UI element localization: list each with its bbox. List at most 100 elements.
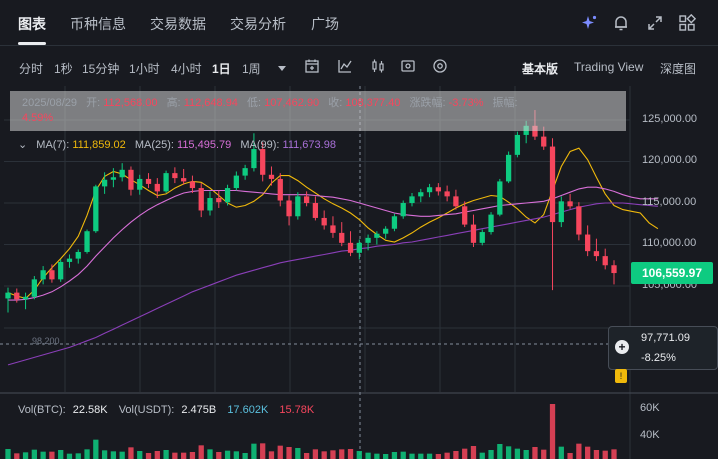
- candle-body: [585, 234, 591, 252]
- candle-body: [49, 270, 55, 280]
- volume-bar: [383, 454, 389, 459]
- candle-body: [312, 203, 319, 218]
- candle-body: [321, 217, 327, 226]
- candle-body: [383, 228, 389, 234]
- timeframe-1w[interactable]: 1周: [242, 60, 261, 77]
- view-basic[interactable]: 基本版: [522, 60, 558, 77]
- amplitude-label: 振幅:: [492, 97, 518, 109]
- volume-bar: [567, 453, 573, 459]
- volume-bar: [268, 451, 275, 459]
- view-tradingview[interactable]: Trading View: [574, 60, 643, 74]
- candle-body: [22, 296, 29, 300]
- candle-body: [110, 177, 117, 180]
- volume-bar: [391, 452, 398, 459]
- volume-bar: [330, 450, 336, 459]
- change-value: -3.73%: [448, 97, 484, 109]
- candle-body: [198, 188, 204, 211]
- tab-trading-analysis[interactable]: 交易分析: [230, 14, 286, 34]
- candle-body: [84, 231, 90, 252]
- candle-body: [189, 181, 196, 189]
- candle-body: [119, 169, 125, 178]
- volume-bar: [119, 451, 125, 459]
- candle-body: [181, 178, 187, 182]
- candle-body: [260, 149, 266, 175]
- candle-body: [128, 169, 134, 190]
- candle-body: [444, 191, 450, 197]
- candle-body: [347, 242, 354, 253]
- y-tick-label: 125,000.00: [642, 113, 698, 125]
- volume-bar: [251, 443, 257, 459]
- bell-icon[interactable]: [612, 14, 630, 32]
- expand-icon[interactable]: [646, 14, 664, 32]
- candle-body: [497, 181, 503, 215]
- display-icon[interactable]: [432, 58, 448, 74]
- volume-legend: Vol(BTC): 22.58K Vol(USDT): 2.475B 17.60…: [18, 404, 314, 416]
- candlestick-type-icon[interactable]: [370, 58, 386, 74]
- settings-icon[interactable]: [400, 58, 416, 74]
- volume-bar: [207, 449, 213, 459]
- candle-body: [137, 178, 143, 190]
- top-tab-bar: 图表 币种信息 交易数据 交易分析 广场: [0, 0, 718, 46]
- candle-body: [593, 251, 600, 257]
- volume-bar: [145, 453, 152, 459]
- volume-bar: [40, 451, 46, 459]
- candle-body: [154, 183, 160, 192]
- timeframe-4h[interactable]: 4小时: [171, 60, 202, 77]
- calendar-add-icon[interactable]: [304, 58, 320, 74]
- timeframe-15m[interactable]: 15分钟: [82, 60, 119, 77]
- tab-square[interactable]: 广场: [311, 14, 339, 34]
- volume-bar: [374, 453, 380, 459]
- view-depth[interactable]: 深度图: [660, 60, 696, 77]
- timeframe-1h[interactable]: 1小时: [129, 60, 160, 77]
- volume-bar: [163, 450, 169, 459]
- ma25-label: MA(25):: [134, 139, 174, 151]
- indicator-icon[interactable]: [337, 58, 353, 74]
- volume-bar: [277, 445, 283, 459]
- event-marker-icon[interactable]: !: [615, 369, 627, 383]
- candle-body: [66, 258, 73, 262]
- vol-btc-value: 22.58K: [72, 404, 108, 416]
- crosshair-price-popup[interactable]: + 97,771.09 -8.25%: [608, 326, 718, 370]
- volume-bar: [224, 450, 231, 459]
- candle-body: [303, 196, 310, 203]
- candle-body: [602, 256, 608, 266]
- candle-body: [365, 237, 371, 243]
- candle-body: [277, 178, 283, 201]
- high-label: 高:: [166, 97, 181, 109]
- dropdown-caret-icon[interactable]: [274, 60, 290, 76]
- tab-chart[interactable]: 图表: [18, 14, 46, 34]
- volume-bar: [260, 443, 266, 459]
- candle-body: [418, 192, 424, 197]
- volume-bar: [312, 449, 319, 459]
- candle-body: [611, 265, 617, 274]
- tab-trading-data[interactable]: 交易数据: [150, 14, 206, 34]
- amplitude-value: 4.59%: [22, 112, 54, 124]
- tab-coin-info[interactable]: 币种信息: [70, 14, 126, 34]
- y-tick-label: 120,000.00: [642, 154, 698, 166]
- chart-toolbar: 分时 1秒 15分钟 1小时 4小时 1日 1周 基本版 Trading Vie…: [0, 48, 718, 86]
- candle-body: [505, 154, 512, 182]
- timeframe-1d[interactable]: 1日: [212, 60, 231, 77]
- price-chart[interactable]: 2025/08/29 开: 112,568.00 高: 112,648.94 低…: [0, 86, 718, 459]
- candle-body: [5, 292, 11, 299]
- open-value: 112,568.00: [103, 97, 158, 109]
- ai-sparkle-icon[interactable]: [580, 14, 598, 32]
- candle-body: [330, 225, 336, 233]
- add-alert-plus-icon[interactable]: +: [615, 340, 629, 354]
- candle-body: [549, 146, 556, 223]
- volume-bar: [93, 439, 99, 459]
- candle-body: [268, 174, 275, 179]
- timeframe-1s[interactable]: 1秒: [54, 60, 73, 77]
- volume-bar: [58, 450, 64, 459]
- collapse-chevron-icon[interactable]: ⌄: [18, 139, 27, 151]
- vol-btc-label: Vol(BTC):: [18, 404, 66, 416]
- volume-bar: [462, 448, 468, 459]
- volume-bar: [356, 451, 362, 459]
- timeframe-tick[interactable]: 分时: [19, 60, 43, 77]
- layout-grid-icon[interactable]: [678, 14, 696, 32]
- volume-bar: [5, 449, 11, 459]
- candle-body: [409, 196, 415, 203]
- volume-bar: [514, 448, 521, 459]
- volume-bar: [444, 452, 450, 459]
- volume-bar: [365, 452, 371, 459]
